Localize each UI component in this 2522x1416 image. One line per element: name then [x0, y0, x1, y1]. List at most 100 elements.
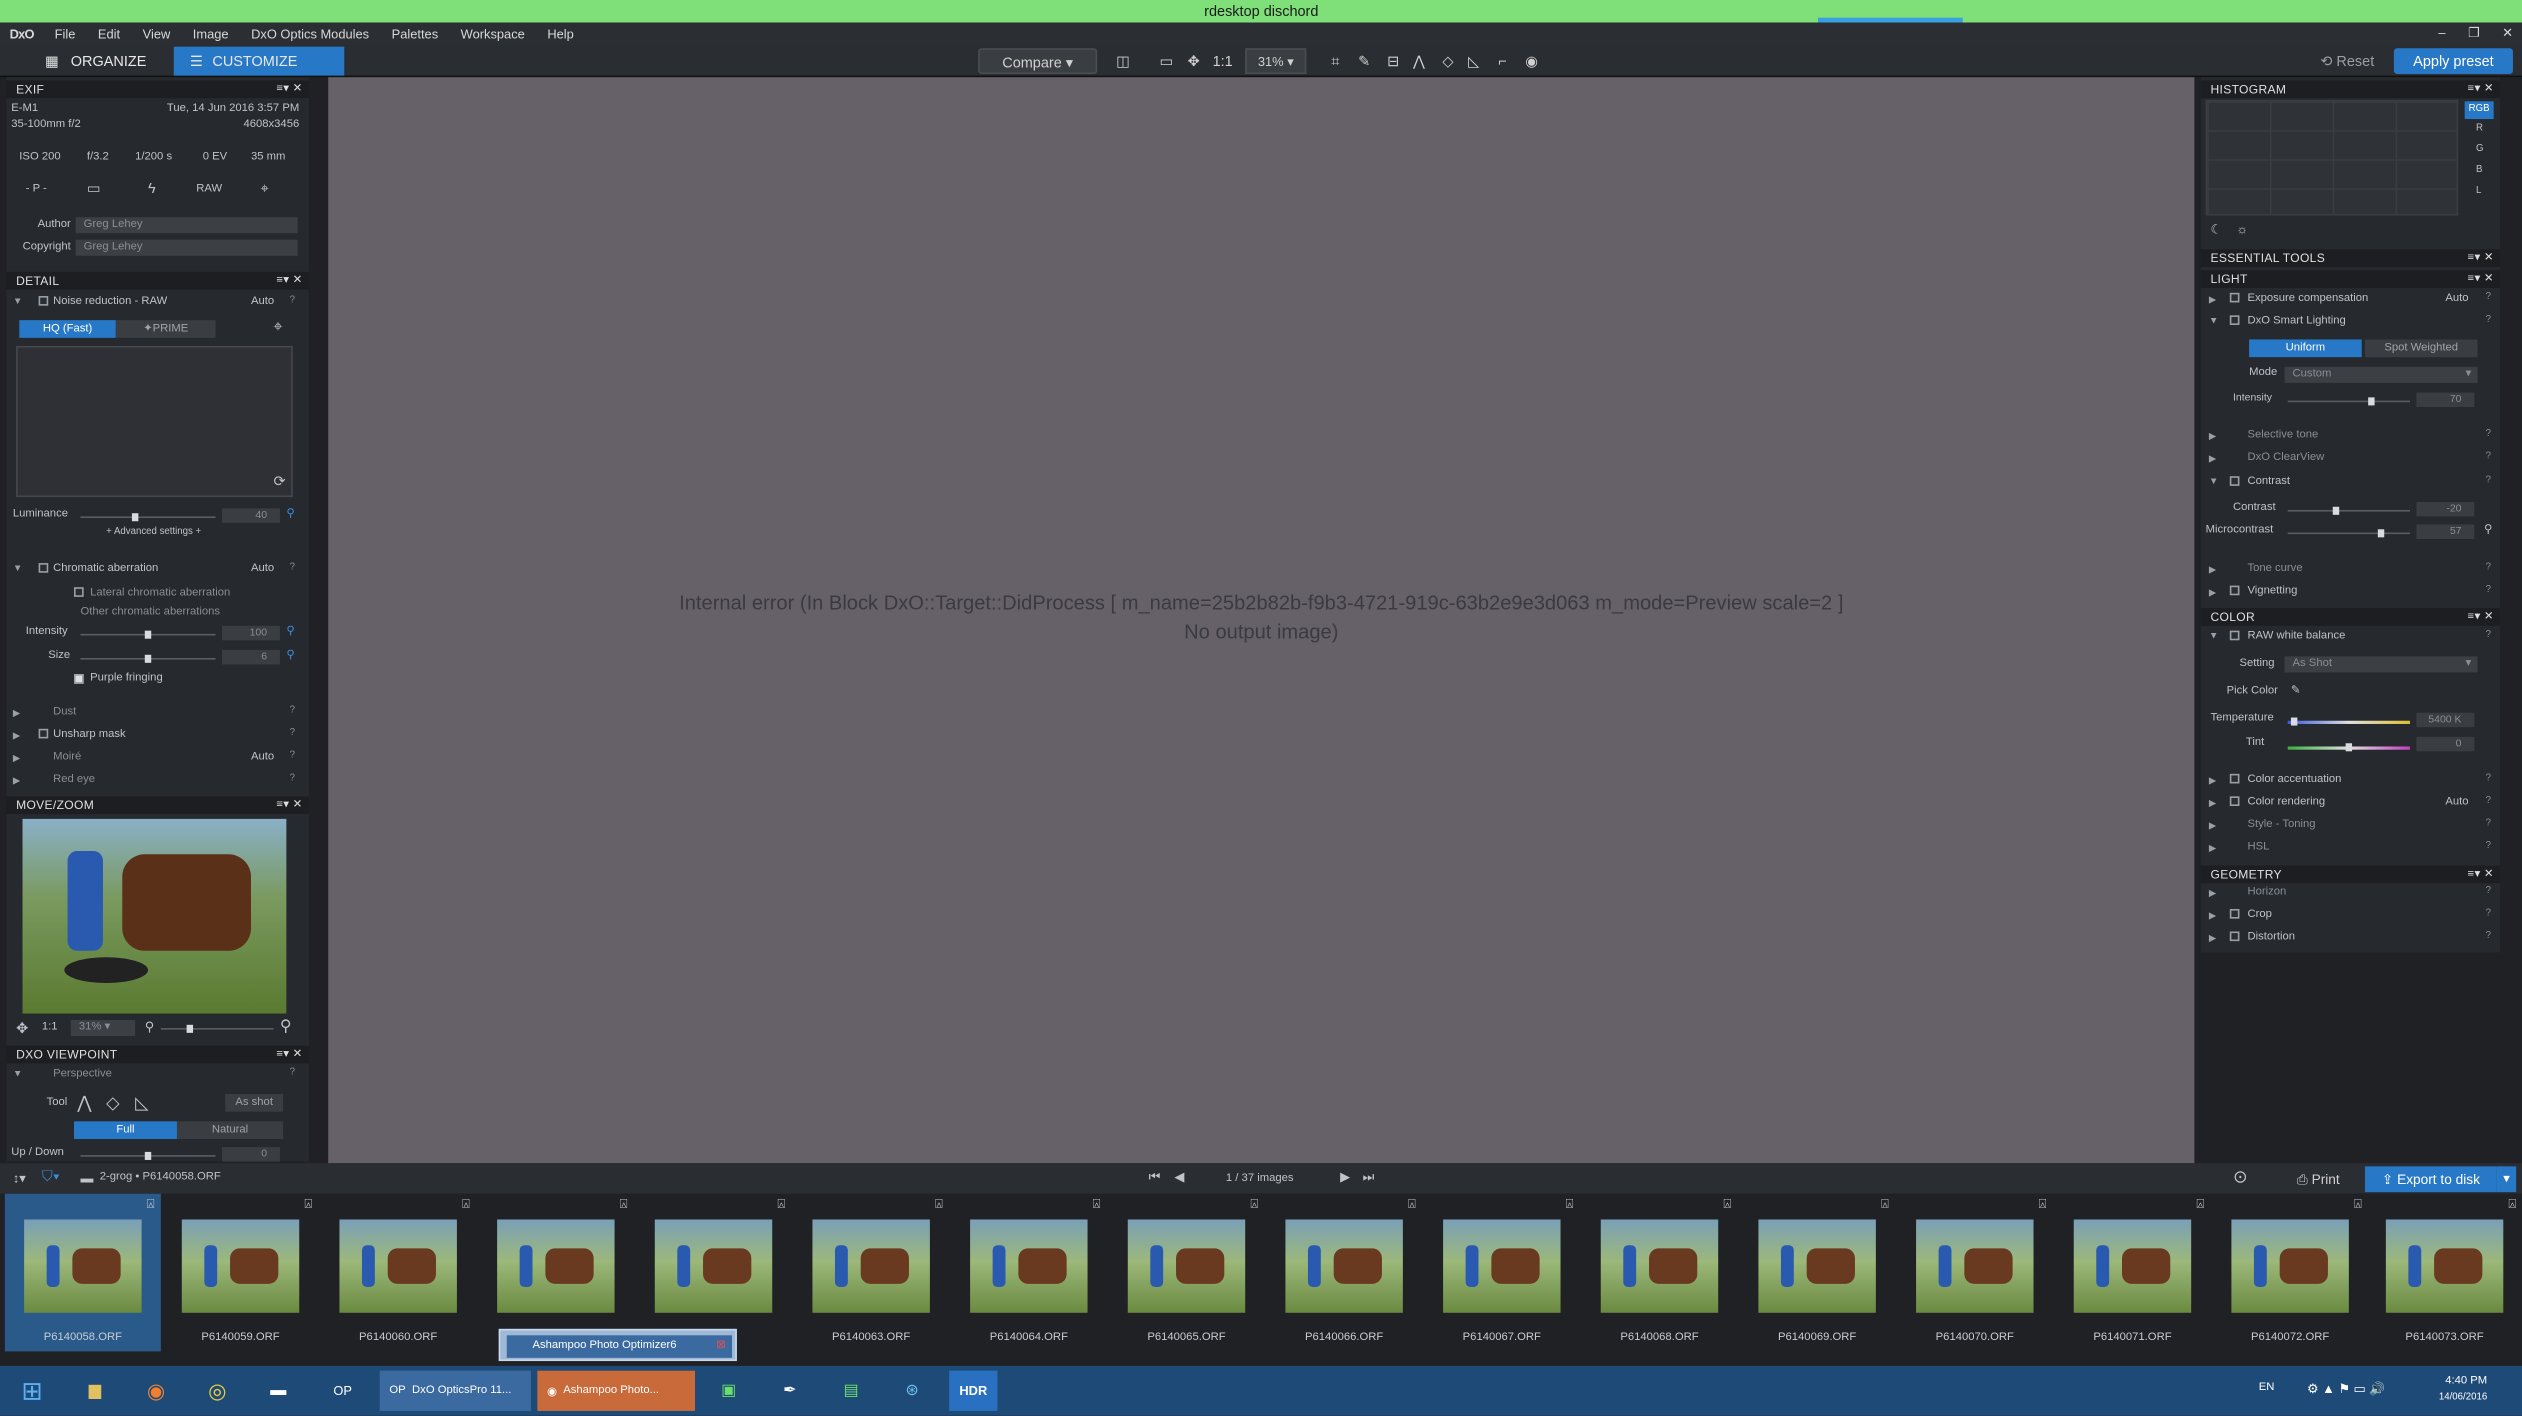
- thumbnail[interactable]: ⍓ P6140072.ORF: [2212, 1194, 2368, 1352]
- collapse-triangle-icon[interactable]: ▶: [2209, 565, 2216, 576]
- help-icon[interactable]: ?: [2486, 586, 2491, 596]
- split-view-icon[interactable]: ◫: [1110, 48, 1136, 74]
- perspective-vert-icon[interactable]: ◺: [135, 1092, 149, 1113]
- distortion-label[interactable]: Distortion: [2247, 931, 2295, 942]
- apply-preset-button[interactable]: Apply preset: [2393, 48, 2513, 75]
- navigator-thumbnail[interactable]: [22, 818, 287, 1014]
- thumbnail[interactable]: ⍓ P6140060.ORF: [320, 1194, 476, 1352]
- collapse-triangle-icon[interactable]: ▶: [2209, 933, 2216, 945]
- channel-g[interactable]: G: [2476, 145, 2484, 155]
- collapse-triangle-icon[interactable]: ▶: [2209, 587, 2216, 599]
- help-icon[interactable]: ?: [2486, 476, 2491, 486]
- tray-icons[interactable]: ⚙ ▲ ⚑ ▭ 🔊: [2307, 1382, 2385, 1396]
- thumbnail[interactable]: ⍓ P6140071.ORF: [2054, 1194, 2210, 1352]
- white-balance-toggle[interactable]: [2229, 630, 2240, 641]
- fit-icon[interactable]: ▭: [1155, 48, 1178, 74]
- sort-icon[interactable]: ↕▾: [13, 1171, 26, 1185]
- advanced-settings-link[interactable]: + Advanced settings +: [106, 528, 201, 538]
- menu-palettes[interactable]: Palettes: [380, 27, 449, 41]
- copyright-field[interactable]: Greg Lehey: [75, 239, 298, 256]
- move-icon[interactable]: ✥: [16, 1020, 28, 1038]
- help-icon[interactable]: ?: [2486, 841, 2491, 851]
- collapse-triangle-icon[interactable]: ▶: [2209, 775, 2216, 787]
- thumbnail[interactable]: ⍓ P6140067.ORF: [1424, 1194, 1580, 1352]
- hq-fast-button[interactable]: HQ (Fast): [19, 320, 116, 338]
- process-queue-icon[interactable]: ⊙: [2233, 1166, 2248, 1187]
- color-rendering-label[interactable]: Color rendering: [2247, 796, 2325, 807]
- size-slider[interactable]: [80, 654, 216, 663]
- help-icon[interactable]: ?: [290, 563, 295, 573]
- hdr-app-icon[interactable]: HDR: [949, 1370, 998, 1411]
- tone-curve-label[interactable]: Tone curve: [2247, 563, 2302, 574]
- rendering-toggle[interactable]: [2229, 796, 2240, 807]
- expand-triangle-icon[interactable]: ▼: [13, 565, 23, 575]
- print-button[interactable]: ⎙ Print: [2284, 1166, 2352, 1192]
- thumbnail[interactable]: ⍓ P6140059.ORF: [162, 1194, 318, 1352]
- chromatic-auto[interactable]: Auto: [251, 563, 274, 574]
- contrast-value[interactable]: -20: [2416, 501, 2475, 517]
- thumbnail[interactable]: ⍓RF: [635, 1194, 791, 1352]
- sun-icon[interactable]: ☼: [2236, 222, 2248, 236]
- help-icon[interactable]: ?: [2486, 293, 2491, 303]
- collapse-triangle-icon[interactable]: ▶: [2209, 911, 2216, 922]
- collapse-triangle-icon[interactable]: ▶: [2209, 454, 2216, 465]
- expand-triangle-icon[interactable]: ▼: [2209, 632, 2219, 642]
- collapse-triangle-icon[interactable]: ▶: [2209, 888, 2216, 900]
- thumbnail[interactable]: ⍓ P6140070.ORF: [1897, 1194, 2053, 1352]
- palette-menu-icon[interactable]: ≡▾ ✕: [2468, 608, 2494, 626]
- thumbnail[interactable]: ⍓ P6140069.ORF: [1739, 1194, 1895, 1352]
- intensity-slider[interactable]: [80, 630, 216, 639]
- help-icon[interactable]: ?: [2486, 631, 2491, 641]
- zoom-slider[interactable]: [160, 1024, 274, 1033]
- selective-tone-label[interactable]: Selective tone: [2247, 430, 2318, 441]
- as-shot-button[interactable]: As shot: [225, 1093, 284, 1112]
- exposure-auto[interactable]: Auto: [2445, 293, 2468, 304]
- collapse-triangle-icon[interactable]: ▶: [13, 775, 20, 787]
- expand-triangle-icon[interactable]: ▼: [2209, 478, 2219, 488]
- console-icon[interactable]: ▤: [827, 1371, 875, 1411]
- export-dropdown[interactable]: ▾: [2496, 1166, 2517, 1193]
- chromatic-toggle[interactable]: [38, 563, 49, 573]
- eyedropper-icon[interactable]: ⚲: [286, 648, 294, 661]
- natural-button[interactable]: Natural: [176, 1121, 284, 1140]
- last-image-icon[interactable]: ⏭: [1363, 1170, 1375, 1186]
- collapse-triangle-icon[interactable]: ▶: [2209, 798, 2216, 810]
- perspective-vert-icon[interactable]: ◺: [1464, 48, 1483, 74]
- noise-toggle[interactable]: [38, 296, 49, 306]
- mode-select[interactable]: Custom ▾: [2284, 366, 2478, 383]
- eyedropper-icon[interactable]: ✎: [1355, 48, 1374, 74]
- restore-icon[interactable]: ❐: [2468, 23, 2480, 46]
- help-icon[interactable]: ?: [2486, 819, 2491, 829]
- perspective-rect-icon[interactable]: ◇: [106, 1092, 120, 1113]
- help-icon[interactable]: ?: [2486, 774, 2491, 784]
- moon-icon[interactable]: ☾: [2210, 222, 2222, 236]
- clearview-label[interactable]: DxO ClearView: [2247, 452, 2324, 463]
- expand-triangle-icon[interactable]: ▼: [13, 1070, 23, 1080]
- network-app-icon[interactable]: ⊛: [888, 1371, 936, 1411]
- smart-intensity-value[interactable]: 70: [2416, 392, 2475, 408]
- rendering-auto[interactable]: Auto: [2445, 796, 2468, 807]
- channel-l[interactable]: L: [2476, 187, 2481, 197]
- monitor-icon[interactable]: ▣: [705, 1371, 753, 1411]
- thumbnail[interactable]: ⍓ P6140063.ORF: [793, 1194, 949, 1352]
- perspective-icon[interactable]: ⋀: [1409, 48, 1428, 74]
- uniform-button[interactable]: Uniform: [2249, 339, 2362, 358]
- moire-auto[interactable]: Auto: [251, 751, 274, 762]
- exposure-toggle[interactable]: [2229, 292, 2240, 303]
- chrome-icon[interactable]: ◎: [193, 1371, 241, 1411]
- vignetting-label[interactable]: Vignetting: [2247, 586, 2297, 597]
- tab-customize[interactable]: ☰ CUSTOMIZE: [173, 46, 345, 76]
- movezoom-zoom-select[interactable]: 31% ▾: [70, 1019, 136, 1037]
- menu-file[interactable]: File: [43, 27, 86, 41]
- zoom-select[interactable]: 31% ▾: [1245, 48, 1307, 75]
- collapse-triangle-icon[interactable]: ▶: [2209, 820, 2216, 832]
- temperature-slider[interactable]: [2287, 717, 2410, 726]
- eyedropper-icon[interactable]: ⚲: [286, 624, 294, 637]
- palette-menu-icon[interactable]: ≡▾ ✕: [276, 796, 302, 814]
- temperature-value[interactable]: 5400 K: [2416, 712, 2475, 728]
- clock-time[interactable]: 4:40 PM: [2429, 1376, 2487, 1387]
- collapse-triangle-icon[interactable]: ▶: [2209, 843, 2216, 855]
- collapse-triangle-icon[interactable]: ▶: [13, 730, 20, 742]
- palette-menu-icon[interactable]: ≡▾ ✕: [2468, 270, 2494, 288]
- smart-intensity-slider[interactable]: [2287, 397, 2410, 406]
